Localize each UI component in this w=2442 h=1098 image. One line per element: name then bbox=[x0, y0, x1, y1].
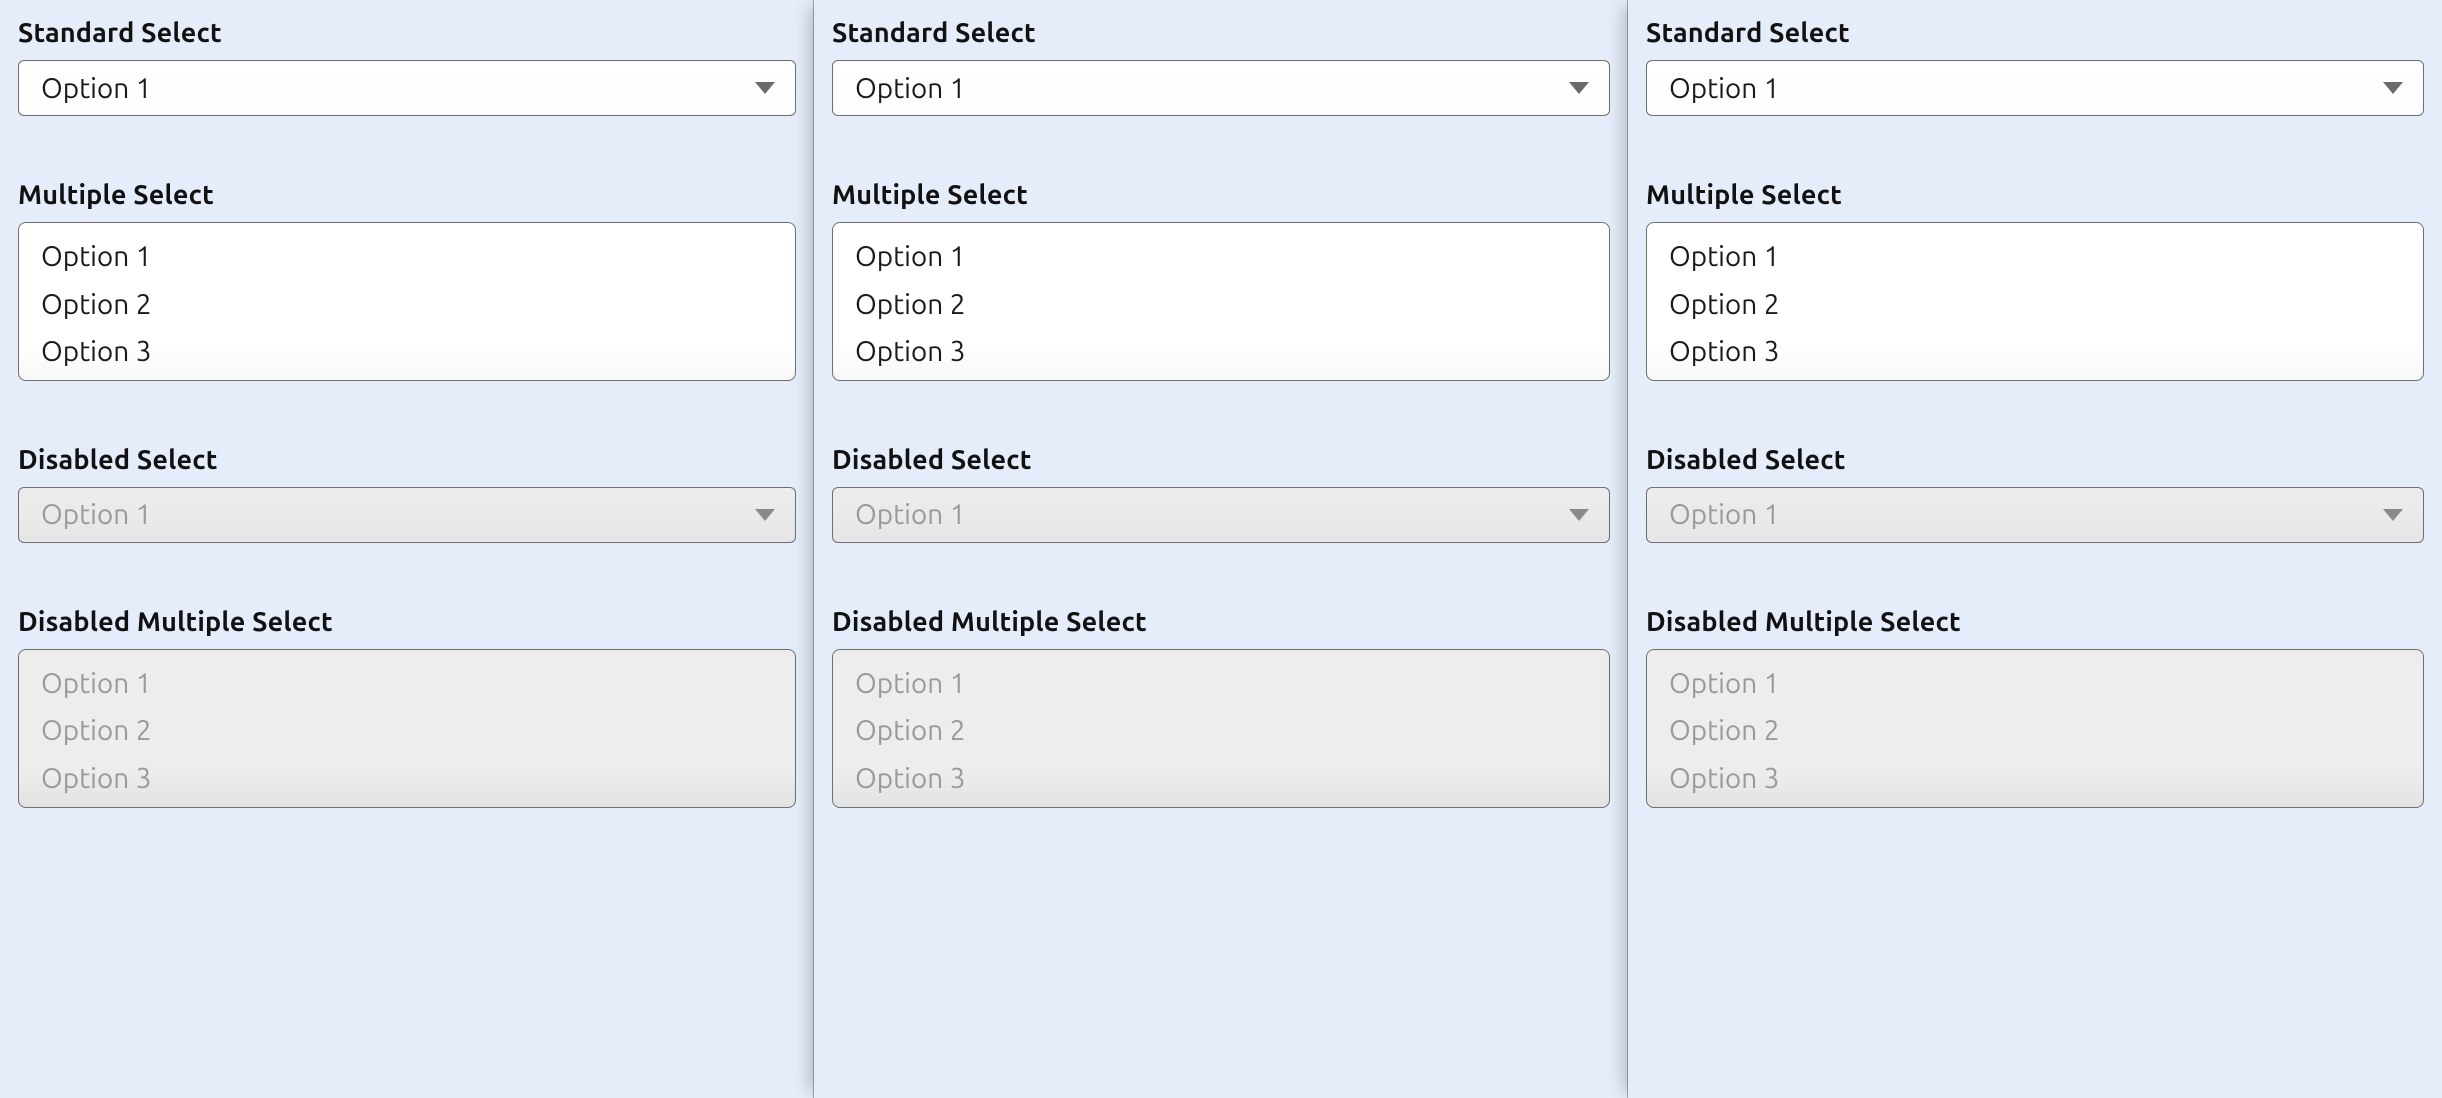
disabled-multiple-select-field: Disabled Multiple Select Option 1 Option… bbox=[832, 607, 1610, 808]
chevron-down-icon bbox=[753, 506, 777, 524]
standard-select-value: Option 1 bbox=[855, 73, 966, 104]
disabled-select-value: Option 1 bbox=[855, 499, 966, 530]
multiple-select-option[interactable]: Option 1 bbox=[19, 233, 795, 281]
chevron-down-icon bbox=[753, 79, 777, 97]
multiple-select-option[interactable]: Option 2 bbox=[1647, 281, 2423, 329]
column-2: Standard Select Option 1 Multiple Select… bbox=[814, 0, 1628, 1098]
multiple-select-option[interactable]: Option 3 bbox=[19, 328, 795, 376]
standard-select-value: Option 1 bbox=[41, 73, 152, 104]
multiple-select[interactable]: Option 1 Option 2 Option 3 bbox=[1646, 222, 2424, 381]
columns-container: Standard Select Option 1 Multiple Select… bbox=[0, 0, 2442, 1098]
multiple-select-option[interactable]: Option 2 bbox=[19, 281, 795, 329]
disabled-select-value: Option 1 bbox=[1669, 499, 1780, 530]
disabled-select-field: Disabled Select Option 1 bbox=[1646, 445, 2424, 543]
multiple-select-label: Multiple Select bbox=[832, 180, 1610, 210]
multiple-select[interactable]: Option 1 Option 2 Option 3 bbox=[832, 222, 1610, 381]
chevron-down-icon bbox=[1567, 79, 1591, 97]
disabled-select-label: Disabled Select bbox=[18, 445, 796, 475]
disabled-multiple-select: Option 1 Option 2 Option 3 bbox=[832, 649, 1610, 808]
disabled-multiple-select-field: Disabled Multiple Select Option 1 Option… bbox=[18, 607, 796, 808]
multiple-select-option[interactable]: Option 3 bbox=[833, 328, 1609, 376]
multiple-select-option[interactable]: Option 2 bbox=[833, 281, 1609, 329]
disabled-multiple-select-option: Option 3 bbox=[19, 755, 795, 803]
column-3: Standard Select Option 1 Multiple Select… bbox=[1628, 0, 2442, 1098]
disabled-multiple-select-label: Disabled Multiple Select bbox=[1646, 607, 2424, 637]
disabled-multiple-select-option: Option 3 bbox=[833, 755, 1609, 803]
chevron-down-icon bbox=[2381, 79, 2405, 97]
standard-select[interactable]: Option 1 bbox=[1646, 60, 2424, 116]
standard-select-field: Standard Select Option 1 bbox=[832, 18, 1610, 116]
disabled-select-field: Disabled Select Option 1 bbox=[18, 445, 796, 543]
standard-select-value: Option 1 bbox=[1669, 73, 1780, 104]
disabled-select-field: Disabled Select Option 1 bbox=[832, 445, 1610, 543]
disabled-multiple-select: Option 1 Option 2 Option 3 bbox=[1646, 649, 2424, 808]
disabled-select-value: Option 1 bbox=[41, 499, 152, 530]
standard-select-label: Standard Select bbox=[832, 18, 1610, 48]
multiple-select-field: Multiple Select Option 1 Option 2 Option… bbox=[832, 180, 1610, 381]
disabled-multiple-select: Option 1 Option 2 Option 3 bbox=[18, 649, 796, 808]
disabled-select: Option 1 bbox=[1646, 487, 2424, 543]
disabled-multiple-select-option: Option 1 bbox=[19, 660, 795, 708]
disabled-multiple-select-option: Option 1 bbox=[833, 660, 1609, 708]
disabled-multiple-select-option: Option 2 bbox=[1647, 707, 2423, 755]
standard-select[interactable]: Option 1 bbox=[18, 60, 796, 116]
multiple-select[interactable]: Option 1 Option 2 Option 3 bbox=[18, 222, 796, 381]
disabled-multiple-select-label: Disabled Multiple Select bbox=[18, 607, 796, 637]
disabled-select-label: Disabled Select bbox=[1646, 445, 2424, 475]
standard-select-field: Standard Select Option 1 bbox=[1646, 18, 2424, 116]
disabled-select: Option 1 bbox=[832, 487, 1610, 543]
disabled-multiple-select-field: Disabled Multiple Select Option 1 Option… bbox=[1646, 607, 2424, 808]
multiple-select-label: Multiple Select bbox=[1646, 180, 2424, 210]
multiple-select-field: Multiple Select Option 1 Option 2 Option… bbox=[1646, 180, 2424, 381]
multiple-select-label: Multiple Select bbox=[18, 180, 796, 210]
disabled-multiple-select-label: Disabled Multiple Select bbox=[832, 607, 1610, 637]
standard-select-label: Standard Select bbox=[1646, 18, 2424, 48]
column-1: Standard Select Option 1 Multiple Select… bbox=[0, 0, 814, 1098]
chevron-down-icon bbox=[1567, 506, 1591, 524]
disabled-select-label: Disabled Select bbox=[832, 445, 1610, 475]
disabled-multiple-select-option: Option 2 bbox=[833, 707, 1609, 755]
standard-select[interactable]: Option 1 bbox=[832, 60, 1610, 116]
multiple-select-option[interactable]: Option 3 bbox=[1647, 328, 2423, 376]
disabled-multiple-select-option: Option 3 bbox=[1647, 755, 2423, 803]
standard-select-label: Standard Select bbox=[18, 18, 796, 48]
disabled-multiple-select-option: Option 1 bbox=[1647, 660, 2423, 708]
multiple-select-option[interactable]: Option 1 bbox=[1647, 233, 2423, 281]
chevron-down-icon bbox=[2381, 506, 2405, 524]
standard-select-field: Standard Select Option 1 bbox=[18, 18, 796, 116]
multiple-select-field: Multiple Select Option 1 Option 2 Option… bbox=[18, 180, 796, 381]
disabled-select: Option 1 bbox=[18, 487, 796, 543]
multiple-select-option[interactable]: Option 1 bbox=[833, 233, 1609, 281]
disabled-multiple-select-option: Option 2 bbox=[19, 707, 795, 755]
